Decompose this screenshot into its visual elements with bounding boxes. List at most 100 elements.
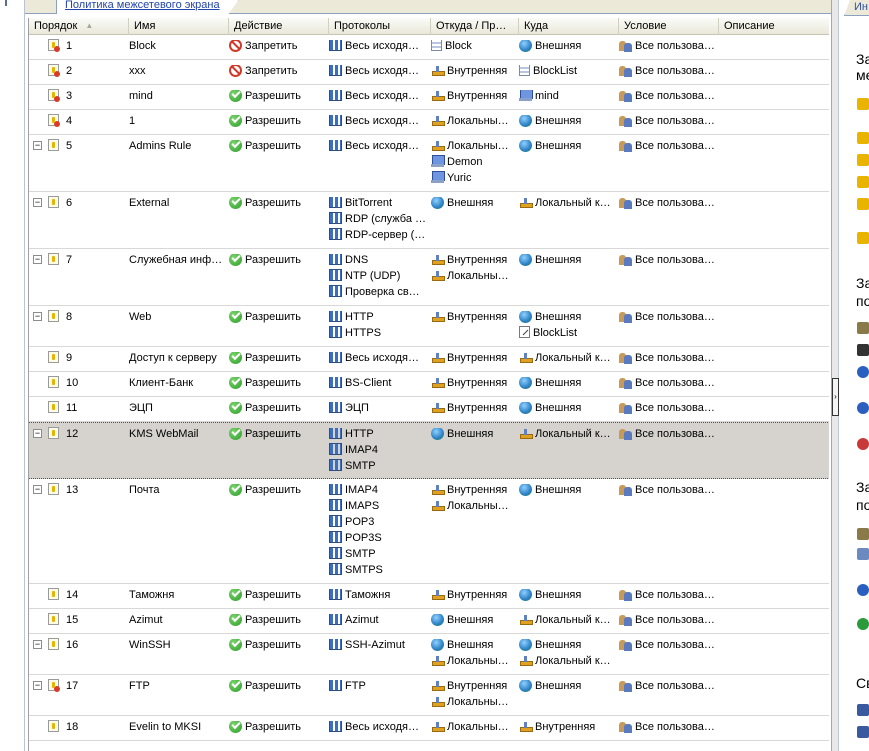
task-icon[interactable] (857, 548, 869, 560)
protocols-entry[interactable]: FTP (329, 680, 427, 696)
protocols-entry[interactable]: Весь исходя… (329, 65, 427, 81)
column-header-5[interactable]: Откуда / Пр… (431, 18, 519, 35)
rule-row[interactable]: − 7 Служебная инф… Разрешить DNS NTP (UDP) Про… (29, 249, 829, 306)
task-icon[interactable] (857, 322, 869, 334)
to-entry[interactable]: mind (519, 90, 617, 106)
from-entry[interactable]: Внутренняя (431, 484, 517, 500)
protocols-entry[interactable]: RDP (служба … (329, 212, 427, 229)
rule-row[interactable]: 10 Клиент-Банк Разрешить BS-Client Внутрення… (29, 372, 829, 397)
protocols-entry[interactable]: RDP-сервер (… (329, 228, 427, 245)
to-entry[interactable]: Локальный к… (519, 428, 617, 444)
protocols-entry[interactable]: Azimut (329, 614, 427, 630)
from-entry[interactable]: Локальны… (431, 696, 517, 712)
protocols-entry[interactable]: Весь исходя… (329, 40, 427, 56)
to-entry[interactable]: Внутренняя (519, 721, 617, 737)
from-entry[interactable]: Внутренняя (431, 254, 517, 270)
protocols-entry[interactable]: HTTP (329, 311, 427, 327)
rule-row[interactable]: 18 Evelin to MKSI Разрешить Весь исходя… Лок… (29, 716, 829, 741)
collapse-pane-button[interactable]: › (832, 378, 839, 416)
task-icon[interactable] (857, 618, 869, 630)
collapse-row-button[interactable]: − (33, 141, 42, 150)
from-entry[interactable]: Внутренняя (431, 589, 517, 605)
protocols-entry[interactable]: POP3 (329, 515, 427, 532)
collapse-row-button[interactable]: − (33, 640, 42, 649)
protocols-entry[interactable]: IMAP4 (329, 484, 427, 500)
collapse-row-button[interactable]: − (33, 198, 42, 207)
condition-entry[interactable]: Все пользова… (619, 639, 717, 655)
protocols-entry[interactable]: HTTPS (329, 326, 427, 343)
protocols-entry[interactable]: Весь исходя… (329, 352, 427, 368)
rule-row[interactable]: − 5 Admins Rule Разрешить Весь исходя… Локаль… (29, 135, 829, 192)
to-entry[interactable]: BlockList (519, 65, 617, 81)
from-entry[interactable]: Yuric (431, 171, 517, 188)
protocols-entry[interactable]: BitTorrent (329, 197, 427, 213)
task-icon[interactable] (857, 98, 869, 110)
protocols-entry[interactable]: NTP (UDP) (329, 269, 427, 286)
tab-info[interactable]: Ин (844, 0, 869, 16)
protocols-entry[interactable]: HTTP (329, 428, 427, 444)
rule-row[interactable]: − 17 FTP Разрешить FTP Внутренняя Локальны… Вне… (29, 675, 829, 716)
protocols-entry[interactable]: SMTP (329, 547, 427, 564)
rule-row[interactable]: − 12 KMS WebMail Разрешить HTTP IMAP4 SMTP Внеш… (29, 422, 829, 479)
condition-entry[interactable]: Все пользова… (619, 140, 717, 156)
to-entry[interactable]: Внешняя (519, 680, 617, 696)
from-entry[interactable]: Внутренняя (431, 680, 517, 696)
from-entry[interactable]: Внутренняя (431, 402, 517, 418)
to-entry[interactable]: Внешняя (519, 254, 617, 270)
to-entry[interactable]: Внешняя (519, 484, 617, 500)
protocols-entry[interactable]: POP3S (329, 531, 427, 548)
collapse-row-button[interactable]: − (33, 255, 42, 264)
condition-entry[interactable]: Все пользова… (619, 614, 717, 630)
task-icon[interactable] (857, 232, 869, 244)
collapse-row-button[interactable]: − (33, 681, 42, 690)
from-entry[interactable]: Локальны… (431, 721, 517, 737)
column-header-2[interactable]: Имя (129, 18, 229, 35)
protocols-entry[interactable]: Весь исходя… (329, 90, 427, 106)
protocols-entry[interactable]: BS-Client (329, 377, 427, 393)
column-header-8[interactable]: Описание (719, 18, 829, 35)
rule-row[interactable]: − 13 Почта Разрешить IMAP4 IMAPS POP3 POP3S SMTP… (29, 479, 829, 584)
condition-entry[interactable]: Все пользова… (619, 352, 717, 368)
condition-entry[interactable]: Все пользова… (619, 402, 717, 418)
from-entry[interactable]: Внутренняя (431, 311, 517, 327)
task-icon[interactable] (857, 704, 869, 716)
protocols-entry[interactable]: Весь исходя… (329, 721, 427, 737)
to-entry[interactable]: Внешняя (519, 40, 617, 56)
from-entry[interactable]: Внешняя (431, 197, 517, 213)
condition-entry[interactable]: Все пользова… (619, 254, 717, 270)
protocols-entry[interactable]: Проверка св… (329, 285, 427, 302)
from-entry[interactable]: Внутренняя (431, 352, 517, 368)
to-entry[interactable]: Внешняя (519, 311, 617, 327)
protocols-entry[interactable]: Весь исходя… (329, 115, 427, 131)
collapse-row-button[interactable]: − (33, 429, 42, 438)
collapse-row-button[interactable]: − (33, 485, 42, 494)
to-entry[interactable]: Внешняя (519, 115, 617, 131)
task-icon[interactable] (857, 366, 869, 378)
from-entry[interactable]: Внутренняя (431, 65, 517, 81)
condition-entry[interactable]: Все пользова… (619, 65, 717, 81)
task-icon[interactable] (857, 176, 869, 188)
task-icon[interactable] (857, 438, 869, 450)
to-entry[interactable]: BlockList (519, 326, 617, 343)
condition-entry[interactable]: Все пользова… (619, 484, 717, 500)
from-entry[interactable]: Внешняя (431, 428, 517, 444)
task-icon[interactable] (857, 584, 869, 596)
to-entry[interactable]: Локальный к… (519, 197, 617, 213)
task-icon[interactable] (857, 402, 869, 414)
condition-entry[interactable]: Все пользова… (619, 197, 717, 213)
column-header-4[interactable]: Протоколы (329, 18, 431, 35)
protocols-entry[interactable]: IMAPS (329, 499, 427, 516)
from-entry[interactable]: Локальны… (431, 655, 517, 671)
condition-entry[interactable]: Все пользова… (619, 589, 717, 605)
column-header-7[interactable]: Условие (619, 18, 719, 35)
from-entry[interactable]: Demon (431, 155, 517, 172)
from-entry[interactable]: Внешняя (431, 614, 517, 630)
task-icon[interactable] (857, 726, 869, 738)
rule-row[interactable]: 11 ЭЦП Разрешить ЭЦП Внутренняя Внешняя Все по… (29, 397, 829, 422)
condition-entry[interactable]: Все пользова… (619, 40, 717, 56)
from-entry[interactable]: Локальны… (431, 140, 517, 156)
pane-splitter[interactable]: › (831, 0, 839, 751)
protocols-entry[interactable]: SSH-Azimut (329, 639, 427, 655)
condition-entry[interactable]: Все пользова… (619, 377, 717, 393)
from-entry[interactable]: Внутренняя (431, 377, 517, 393)
